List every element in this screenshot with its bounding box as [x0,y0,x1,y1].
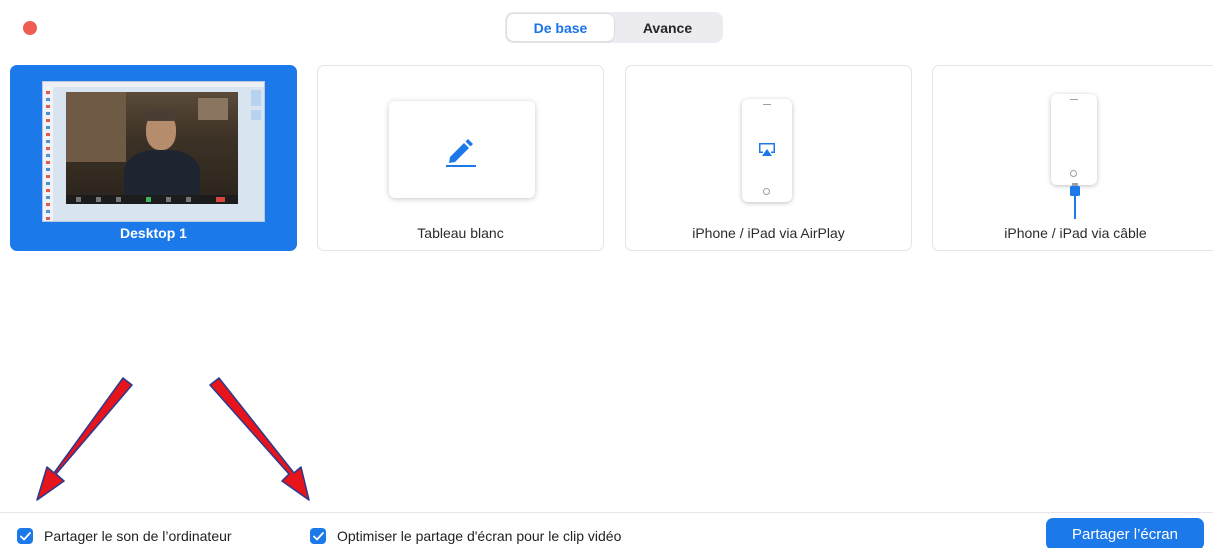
share-option-desktop-1[interactable]: Desktop 1 [10,65,297,251]
desktop-thumbnail [42,81,265,222]
share-sound-label: Partager le son de l’ordinateur [44,528,232,544]
close-window-button[interactable] [23,21,37,35]
checkmark-icon [312,531,324,540]
share-option-whiteboard[interactable]: Tableau blanc [317,65,604,251]
share-option-airplay[interactable]: iPhone / iPad via AirPlay [625,65,912,251]
whiteboard-preview [389,101,535,198]
airplay-icon [759,143,775,156]
share-screen-button[interactable]: Partager l’écran [1046,518,1204,548]
share-option-label: iPhone / iPad via AirPlay [692,225,845,241]
tab-advanced[interactable]: Avance [614,14,721,41]
optimize-video-label: Optimiser le partage d'écran pour le cli… [337,528,622,544]
share-option-label: Desktop 1 [120,225,187,241]
annotation-arrow-right [209,377,310,501]
video-preview [66,92,238,204]
tab-basic[interactable]: De base [507,14,614,41]
share-option-label: Tableau blanc [417,225,504,241]
optimize-video-option[interactable]: Optimiser le partage d'écran pour le cli… [310,526,621,546]
cable-icon [1070,183,1080,219]
share-sound-option[interactable]: Partager le son de l’ordinateur [17,526,232,546]
checkmark-icon [19,531,31,540]
mode-tabs: De base Avance [505,12,723,43]
pencil-icon [446,139,476,167]
share-sound-checkbox[interactable] [17,528,33,544]
optimize-video-checkbox[interactable] [310,528,326,544]
share-source-list: Desktop 1 Tableau blanc iPhone / iPad vi… [10,65,1213,251]
phone-preview [1051,94,1097,185]
phone-preview [742,99,792,202]
footer-divider [0,512,1213,513]
annotation-arrow-left [36,377,133,501]
share-option-cable[interactable]: iPhone / iPad via câble [932,65,1213,251]
share-option-label: iPhone / iPad via câble [1004,225,1147,241]
